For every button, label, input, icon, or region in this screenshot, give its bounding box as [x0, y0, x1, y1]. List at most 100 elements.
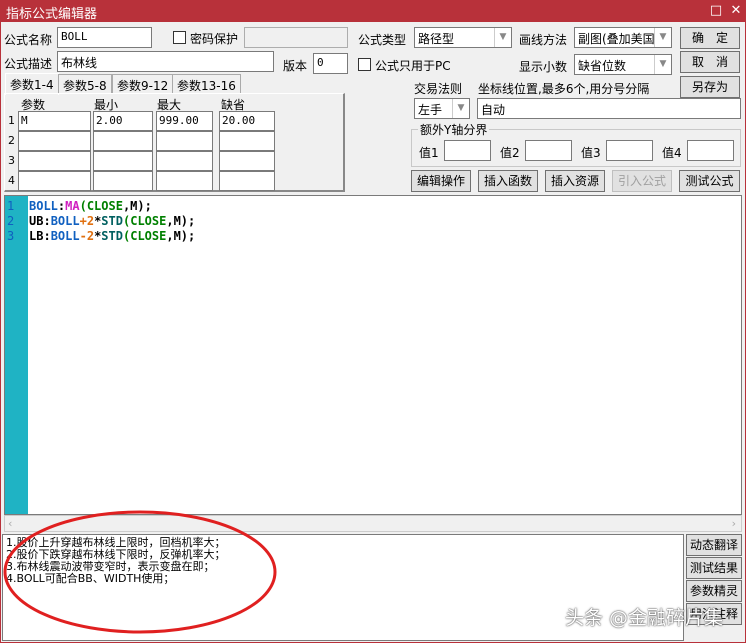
draw-select[interactable]: 副图(叠加美国 ▼	[574, 27, 672, 48]
code-token: BOLL	[29, 199, 58, 213]
trade-rule-select[interactable]: 左手 ▼	[414, 98, 470, 119]
code-token: (	[79, 199, 87, 213]
test-result-button[interactable]: 测试结果	[686, 557, 742, 579]
desc-input[interactable]: 布林线	[57, 51, 274, 72]
param-min-cell[interactable]	[93, 171, 153, 191]
param-max-cell[interactable]	[156, 131, 213, 151]
code-token: 2	[86, 214, 95, 228]
chevron-down-icon: ▼	[452, 99, 469, 118]
param-max-cell[interactable]: 999.00	[156, 111, 213, 131]
code-token: :	[43, 229, 51, 243]
param-row-number: 3	[8, 154, 15, 167]
code-token: STD	[101, 214, 123, 228]
pc-only-checkbox[interactable]	[358, 58, 371, 71]
watermark: 头条 @金融碎片集	[565, 607, 724, 629]
code-token: ,M);	[166, 229, 196, 243]
code-line: LB:BOLL-2*STD(CLOSE,M);	[29, 229, 195, 243]
yaxis-label: 值1	[419, 146, 439, 160]
insert-function-button[interactable]: 插入函数	[478, 170, 538, 192]
param-max-cell[interactable]	[156, 171, 213, 191]
tab-params-5-8[interactable]: 参数5-8	[58, 74, 112, 94]
trade-rule-label: 交易法则	[414, 82, 463, 96]
code-token: -	[79, 229, 87, 243]
yaxis-value-input[interactable]	[687, 140, 734, 161]
tab-params-9-12[interactable]: 参数9-12	[112, 74, 174, 94]
pc-only-label: 公式只用于PC	[375, 59, 451, 73]
desc-label: 公式描述	[4, 57, 53, 71]
param-row-number: 4	[8, 174, 15, 187]
tab-params-1-4[interactable]: 参数1-4	[5, 73, 59, 95]
param-min-cell[interactable]: 2.00	[93, 111, 153, 131]
code-token: CLOSE	[86, 199, 123, 213]
version-input[interactable]: 0	[313, 53, 348, 74]
code-token: CLOSE	[130, 214, 167, 228]
type-select[interactable]: 路径型 ▼	[414, 27, 512, 48]
param-name-cell[interactable]	[18, 131, 91, 151]
code-line: UB:BOLL+2*STD(CLOSE,M);	[29, 214, 195, 228]
param-row-number: 1	[8, 114, 15, 127]
param-def-cell[interactable]	[219, 131, 275, 151]
close-icon[interactable]: ✕	[728, 3, 744, 19]
param-name-cell[interactable]	[18, 171, 91, 191]
code-editor[interactable]: 1 BOLL:MA(CLOSE,M); 2 UB:BOLL+2*STD(CLOSE,M…	[4, 195, 742, 515]
code-token: :	[43, 214, 51, 228]
param-name-cell[interactable]: M	[18, 111, 91, 131]
annotation-circle	[3, 510, 277, 634]
yaxis-label: 值2	[500, 146, 520, 160]
code-token: ,M);	[122, 199, 152, 213]
maximize-icon[interactable]: □	[708, 3, 724, 19]
draw-value: 副图(叠加美国	[578, 32, 655, 46]
code-token: 2	[86, 229, 95, 243]
chevron-down-icon: ▼	[494, 28, 511, 47]
code-token: BOLL	[50, 229, 80, 243]
decimal-value: 缺省位数	[578, 59, 627, 73]
param-def-cell[interactable]	[219, 171, 275, 191]
draw-label: 画线方法	[519, 33, 568, 47]
param-min-cell[interactable]	[93, 151, 153, 171]
yaxis-group-label: 额外Y轴分界	[418, 121, 490, 138]
title-bar: 指标公式编辑器	[0, 0, 746, 22]
code-token: CLOSE	[130, 229, 167, 243]
code-token: BOLL	[50, 214, 80, 228]
name-input[interactable]: BOLL	[57, 27, 152, 48]
type-label: 公式类型	[358, 33, 407, 47]
code-line: BOLL:MA(CLOSE,M);	[29, 199, 152, 213]
insert-resource-button[interactable]: 插入资源	[545, 170, 605, 192]
test-formula-button[interactable]: 测试公式	[679, 170, 740, 192]
yaxis-label: 值3	[581, 146, 601, 160]
cancel-button[interactable]: 取 消	[680, 51, 740, 73]
decimal-label: 显示小数	[519, 60, 568, 74]
axis-label: 坐标线位置,最多6个,用分号分隔	[478, 82, 650, 96]
import-formula-button: 引入公式	[612, 170, 672, 192]
param-max-cell[interactable]	[156, 151, 213, 171]
code-token: LB	[29, 229, 44, 243]
window-title: 指标公式编辑器	[6, 7, 98, 22]
axis-input[interactable]: 自动	[477, 98, 741, 119]
param-def-cell[interactable]: 20.00	[219, 111, 275, 131]
code-token: +	[79, 214, 87, 228]
scroll-right-icon[interactable]: ›	[732, 517, 736, 530]
param-row-number: 2	[8, 134, 15, 147]
yaxis-value-input[interactable]	[444, 140, 491, 161]
password-checkbox[interactable]	[173, 31, 186, 44]
decimal-select[interactable]: 缺省位数 ▼	[574, 54, 672, 75]
edit-ops-button[interactable]: 编辑操作	[411, 170, 471, 192]
ok-button[interactable]: 确 定	[680, 27, 740, 49]
param-name-cell[interactable]	[18, 151, 91, 171]
save-as-button[interactable]: 另存为	[680, 76, 740, 98]
yaxis-value-input[interactable]	[525, 140, 572, 161]
code-token: STD	[101, 229, 123, 243]
translate-button[interactable]: 动态翻译	[686, 534, 742, 556]
line-number: 3	[7, 229, 15, 243]
param-wizard-button[interactable]: 参数精灵	[686, 580, 742, 602]
line-number: 1	[7, 199, 15, 213]
code-token: MA	[65, 199, 80, 213]
param-min-cell[interactable]	[93, 131, 153, 151]
name-label: 公式名称	[4, 33, 53, 47]
yaxis-value-input[interactable]	[606, 140, 653, 161]
chevron-down-icon: ▼	[654, 55, 671, 74]
code-token: ,M);	[166, 214, 196, 228]
password-label: 密码保护	[190, 32, 239, 46]
tab-params-13-16[interactable]: 参数13-16	[172, 74, 241, 94]
param-def-cell[interactable]	[219, 151, 275, 171]
